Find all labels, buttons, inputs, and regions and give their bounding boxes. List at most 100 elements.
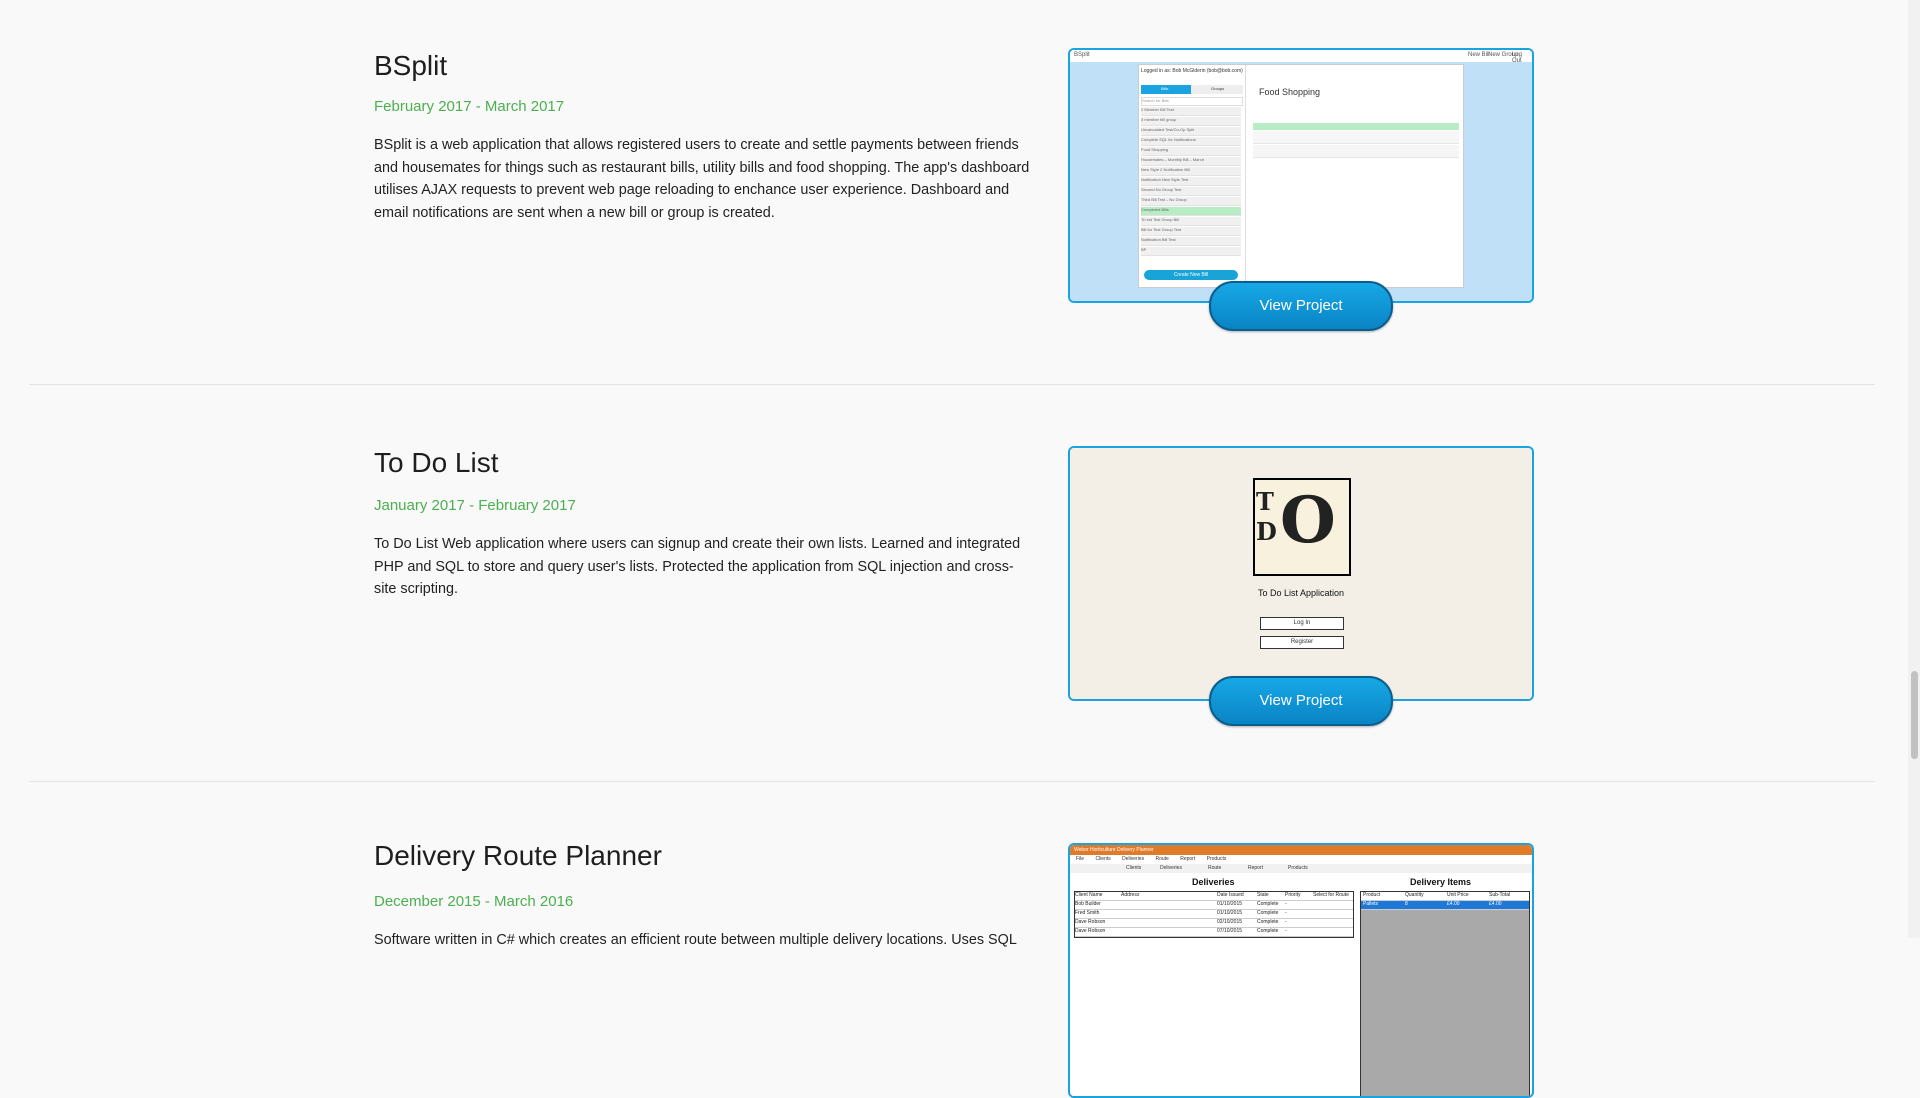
delivery-table-row: Bob Builder 01/10/2015 Complete - xyxy=(1075,901,1353,910)
table-cell: Quantity xyxy=(1405,892,1424,898)
delivery-tab-deliveries: Deliveries xyxy=(1160,865,1182,871)
delivery-items-heading: Delivery Items xyxy=(1410,877,1472,887)
delivery-deliveries-heading: Deliveries xyxy=(1192,877,1235,887)
table-cell: £4.00 xyxy=(1489,901,1502,907)
delivery-table-row: Dave Robson 02/10/2015 Complete - xyxy=(1075,919,1353,928)
table-cell: 07/10/2015 xyxy=(1217,928,1243,934)
bsplit-bill-item: Complete SQL for Notifications xyxy=(1141,137,1241,146)
todo-logo: T D O xyxy=(1253,478,1351,576)
bsplit-search: Search for Bills xyxy=(1141,97,1243,106)
delivery-window-title: Weber Horticulture Delivery Planner xyxy=(1070,845,1532,855)
todo-logo-t: T xyxy=(1256,487,1274,516)
table-cell: £4.00 xyxy=(1447,901,1460,907)
table-cell: 8 xyxy=(1405,901,1408,907)
project-screenshot[interactable]: Weber Horticulture Delivery Planner File… xyxy=(1068,843,1534,1098)
delivery-table-header: Client Name Address Date Issued State Priori… xyxy=(1075,892,1353,901)
bsplit-tab-bills: Bills xyxy=(1161,86,1169,91)
scrollbar-track[interactable] xyxy=(1908,0,1920,938)
table-cell: Product xyxy=(1363,892,1381,898)
table-cell: Complete xyxy=(1257,928,1279,934)
bsplit-bill-item: Third Bill Test – No Group xyxy=(1141,197,1241,206)
project-screenshot[interactable]: BSplit New Bill New Group Log Out Logged… xyxy=(1068,48,1534,303)
bsplit-bill-item: Completed Bills xyxy=(1141,207,1241,216)
bsplit-bill-detail: Food Shopping xyxy=(1249,65,1463,287)
project-title: Delivery Route Planner xyxy=(374,840,662,871)
todo-logo-o: O xyxy=(1280,483,1336,558)
bsplit-bill-item: Housemates – Monthly Bill – March xyxy=(1141,157,1241,166)
table-cell: Bob Builder xyxy=(1075,901,1101,907)
table-cell: 01/10/2015 xyxy=(1217,901,1243,907)
table-cell: Dave Robson xyxy=(1075,928,1106,934)
project-date: December 2015 - March 2016 xyxy=(374,893,574,910)
project-todo-list: To Do List January 2017 - February 2017 … xyxy=(0,385,1880,782)
bsplit-table-row xyxy=(1253,145,1459,158)
bsplit-dashboard: Logged in as: Bob McGlderin (bob@bob.com… xyxy=(1138,64,1464,288)
bsplit-bill-item: Uncalculated Test/Co-Op Split xyxy=(1141,127,1241,136)
bsplit-bill-item: 3 member bill group xyxy=(1141,117,1241,126)
bsplit-bill-item: Notification New Style Test xyxy=(1141,177,1241,186)
table-cell: Priority xyxy=(1285,892,1301,898)
todo-caption: To Do List Application xyxy=(1257,588,1345,598)
table-cell: Complete xyxy=(1257,910,1279,916)
table-cell: State xyxy=(1257,892,1269,898)
bsplit-bill-item: Tri est Test Group Bill xyxy=(1141,217,1241,226)
table-cell: Fred Smith xyxy=(1075,910,1100,916)
delivery-menu-file: File xyxy=(1076,856,1085,862)
bsplit-nav-new-bill: New Bill xyxy=(1468,52,1490,58)
table-cell: Select for Route xyxy=(1313,892,1349,898)
bsplit-brand: BSplit xyxy=(1074,52,1090,58)
bsplit-bill-item: 2 Member Bill Test xyxy=(1141,107,1241,116)
table-cell: Address xyxy=(1121,892,1140,898)
project-date: January 2017 - February 2017 xyxy=(374,497,576,514)
todo-preview: T D O To Do List Application Log In Regi… xyxy=(1070,448,1532,699)
bsplit-table-row xyxy=(1253,131,1459,144)
project-title: BSplit xyxy=(374,50,448,81)
table-cell: - xyxy=(1285,910,1287,916)
project-description: BSplit is a web application that allows … xyxy=(374,137,1030,221)
table-cell: Dave Robson xyxy=(1075,919,1106,925)
bsplit-bill-item: Bill for Test Group Test xyxy=(1141,227,1241,236)
bsplit-bill-item: Notification Bill Test xyxy=(1141,237,1241,246)
delivery-tab-products: Products xyxy=(1288,865,1308,871)
delivery-tab-report: Report xyxy=(1248,865,1264,871)
project-bsplit: BSplit February 2017 - March 2017 BSplit… xyxy=(0,0,1880,384)
table-cell: - xyxy=(1285,901,1287,907)
table-cell: Unit Price xyxy=(1447,892,1469,898)
bsplit-bill-item: New Style 2 Notification Bill xyxy=(1141,167,1241,176)
todo-logo-d: D xyxy=(1256,517,1277,546)
project-description: To Do List Web application where users c… xyxy=(374,536,1021,598)
table-cell: Pallets xyxy=(1363,901,1379,907)
table-cell: Sub-Total xyxy=(1489,892,1511,898)
delivery-preview: Weber Horticulture Delivery Planner File… xyxy=(1070,845,1532,1096)
project-delivery-route-planner: Delivery Route Planner December 2015 - M… xyxy=(0,782,1880,1098)
delivery-tab-clients: Clients xyxy=(1126,865,1142,871)
project-title: To Do List xyxy=(374,447,499,478)
table-cell: 02/10/2015 xyxy=(1217,919,1243,925)
delivery-menu-route: Route xyxy=(1155,856,1169,862)
delivery-items-table: Product Quantity Unit Price Sub-Total Palle… xyxy=(1360,891,1530,1096)
table-cell: Client Name xyxy=(1075,892,1103,898)
delivery-menu-clients: Clients xyxy=(1095,856,1111,862)
bsplit-create-bill-button: Create New Bill xyxy=(1144,270,1238,280)
delivery-table-row: Dave Robson 07/10/2015 Complete - xyxy=(1075,928,1353,937)
bsplit-table-header xyxy=(1253,123,1459,130)
todo-register-button: Register xyxy=(1260,636,1344,649)
delivery-items-header: Product Quantity Unit Price Sub-Total xyxy=(1361,892,1529,901)
table-cell: - xyxy=(1285,928,1287,934)
view-project-button[interactable]: View Project xyxy=(1209,281,1393,331)
bsplit-logged-in: Logged in as: Bob McGlderin (bob@bob.com… xyxy=(1141,68,1243,74)
view-project-button[interactable]: View Project xyxy=(1209,676,1393,726)
delivery-menu-bar: File Clients Deliveries Route Report Pro… xyxy=(1070,855,1532,864)
bsplit-preview: BSplit New Bill New Group Log Out Logged… xyxy=(1070,50,1532,301)
scrollbar-thumb[interactable] xyxy=(1911,671,1918,759)
bsplit-bill-item: BP xyxy=(1141,247,1241,256)
delivery-menu-deliveries: Deliveries xyxy=(1122,856,1145,862)
bsplit-tab-groups: Groups xyxy=(1211,86,1225,91)
bsplit-bill-sidebar: Logged in as: Bob McGlderin (bob@bob.com… xyxy=(1139,65,1246,287)
bsplit-nav-logout: Log Out xyxy=(1512,52,1523,64)
delivery-items-row: Pallets 8 £4.00 £4.00 xyxy=(1361,901,1529,910)
project-date: February 2017 - March 2017 xyxy=(374,98,565,115)
delivery-deliveries-table: Client Name Address Date Issued State Priori… xyxy=(1074,891,1354,938)
bsplit-bill-title: Food Shopping xyxy=(1259,87,1321,97)
project-screenshot[interactable]: T D O To Do List Application Log In Regi… xyxy=(1068,446,1534,701)
